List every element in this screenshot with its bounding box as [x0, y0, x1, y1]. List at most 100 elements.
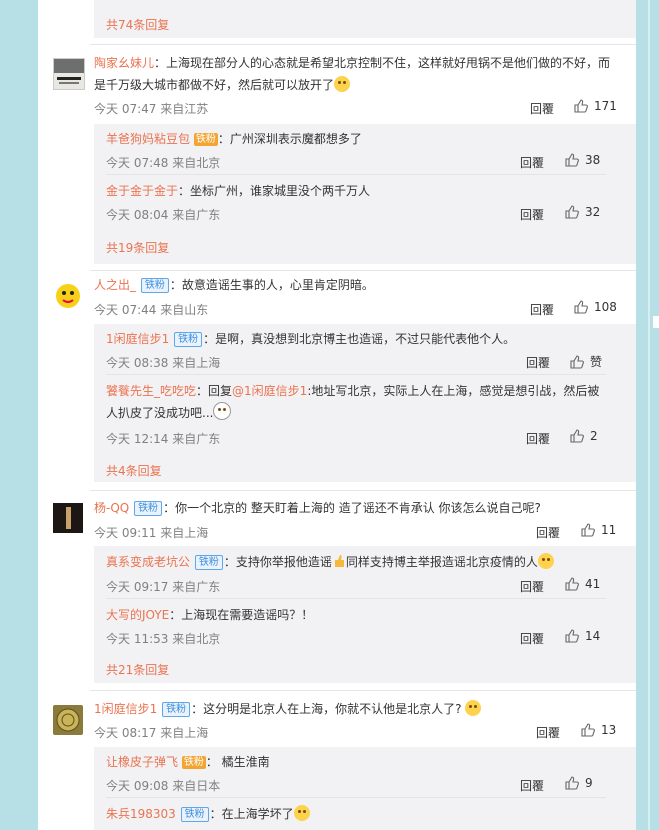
reply-text: 1闲庭信步1 铁粉 ：是啊，真没想到北京博主也造谣，不过只能代表他个人。	[106, 328, 606, 350]
user-avatar[interactable]	[53, 280, 83, 310]
reply-meta: 今天 08:04 来自广东	[106, 208, 221, 222]
comment-username[interactable]: 杨-QQ	[94, 501, 129, 515]
divider	[90, 44, 636, 45]
scrollbar-notch[interactable]	[653, 316, 659, 328]
more-replies-link[interactable]: 共21条回复	[106, 661, 169, 678]
smile-emoji-icon	[293, 805, 310, 821]
thumbs-up-icon	[565, 153, 579, 167]
comment-body: ：故意造谣生事的人，心里肯定阴暗。	[169, 278, 374, 292]
comment-meta: 今天 07:47 来自江苏	[94, 102, 209, 116]
like-count: 41	[585, 577, 601, 591]
more-replies-link[interactable]: 共19条回复	[106, 239, 169, 256]
comment-text: 陶家幺妹儿：上海现在部分人的心态就是希望北京控制不住，这样就好甩锅不是他们做的不…	[94, 52, 614, 96]
reply-meta: 今天 12:14 来自广东	[106, 432, 221, 446]
reply-username[interactable]: 大写的JOYE	[106, 608, 169, 622]
like-button[interactable]: 171	[574, 99, 617, 113]
scrollbar-rail	[648, 0, 650, 830]
reply-button[interactable]: 回覆	[526, 430, 550, 447]
reply-text: 金于金于金于：坐标广州，谁家城里没个两千万人	[106, 180, 606, 202]
comment-body: ：上海现在部分人的心态就是希望北京控制不住，这样就好甩锅不是他们做的不好，而是千…	[94, 56, 611, 92]
user-avatar[interactable]	[53, 705, 83, 735]
replies-box: 让橡皮子弹飞 铁粉： 橘生淮南 今天 09:08 来自日本 回覆 9 朱兵198…	[94, 747, 636, 830]
reply-username[interactable]: 1闲庭信步1	[106, 332, 169, 346]
reply-username[interactable]: 饕餮先生_吃吃吃	[106, 384, 196, 398]
reply-username[interactable]: 朱兵198303	[106, 807, 176, 821]
reply-body: ：是啊，真没想到北京博主也造谣，不过只能代表他个人。	[203, 332, 516, 346]
reply-text: 饕餮先生_吃吃吃：回复@1闲庭信步1:地址写北京，实际上人在上海，感觉是想引战，…	[106, 380, 601, 424]
thumbs-up-emoji-icon	[332, 553, 346, 569]
like-button[interactable]: 9	[565, 776, 593, 790]
replies-box: 1闲庭信步1 铁粉 ：是啊，真没想到北京博主也造谣，不过只能代表他个人。 今天 0…	[94, 324, 636, 482]
comment-username[interactable]: 1闲庭信步1	[94, 702, 157, 716]
thumbs-up-icon	[570, 354, 584, 369]
like-button[interactable]: 14	[565, 629, 600, 643]
comment-username[interactable]: 人之出_	[94, 278, 136, 292]
comment-item: 陶家幺妹儿：上海现在部分人的心态就是希望北京控制不住，这样就好甩锅不是他们做的不…	[38, 55, 636, 270]
mention-link[interactable]: @1闲庭信步1	[232, 384, 307, 398]
reply-body: ：广州深圳表示魔都想多了	[217, 132, 362, 146]
reply-body: ：坐标广州，谁家城里没个两千万人	[178, 184, 371, 198]
replies-box: 真系变成老坑公 铁粉 ：支持你举报他造谣 同样支持博主举报造谣北京疫情的人 今天 0…	[94, 546, 636, 683]
like-button[interactable]: 108	[574, 300, 617, 314]
gold-fan-badge: 铁粉	[181, 756, 206, 769]
reply-body: ：支持你举报他造谣	[223, 555, 332, 569]
thumbs-up-icon	[565, 205, 579, 219]
like-count: 11	[601, 523, 617, 537]
thumbs-up-icon	[570, 429, 584, 443]
reply-text: 羊爸狗妈粘豆包 铁粉 ：广州深圳表示魔都想多了	[106, 128, 606, 150]
laugh-cry-emoji-icon	[465, 700, 482, 716]
like-button[interactable]: 2	[570, 429, 598, 443]
dog-emoji-icon	[334, 76, 351, 92]
reply-button[interactable]: 回覆	[536, 724, 560, 741]
comment-text: 人之出_ 铁粉 ：故意造谣生事的人，心里肯定阴暗。	[94, 274, 614, 296]
reply-button[interactable]: 回覆	[530, 100, 554, 117]
comment-text: 1闲庭信步1 铁粉 ：这分明是北京人在上海，你就不认他是北京人了?	[94, 698, 614, 720]
smile-emoji-icon	[537, 553, 554, 569]
user-avatar[interactable]	[53, 503, 83, 533]
reply-button[interactable]: 回覆	[536, 524, 560, 541]
like-count: 2	[590, 429, 598, 443]
like-count: 32	[585, 205, 601, 219]
reply-text: 朱兵198303 铁粉 ：在上海学坏了	[106, 803, 606, 825]
like-count: 108	[594, 300, 617, 314]
reply-text: 真系变成老坑公 铁粉 ：支持你举报他造谣 同样支持博主举报造谣北京疫情的人	[106, 551, 636, 573]
user-avatar[interactable]	[53, 58, 85, 90]
iron-fan-badge: 铁粉	[174, 332, 203, 347]
like-count: 38	[585, 153, 601, 167]
comments-panel: 共74条回复 陶家幺妹儿：上海现在部分人的心态就是希望北京控制不住，这样就好甩锅…	[38, 0, 636, 830]
reply-username[interactable]: 让橡皮子弹飞	[106, 755, 178, 769]
reply-button[interactable]: 回覆	[530, 301, 554, 318]
reply-button[interactable]: 回覆	[520, 630, 544, 647]
reply-meta: 今天 09:17 来自广东	[106, 580, 221, 594]
like-button[interactable]: 32	[565, 205, 600, 219]
comment-username[interactable]: 陶家幺妹儿	[94, 56, 154, 70]
thumbs-up-icon	[574, 99, 588, 113]
like-button[interactable]: 13	[581, 723, 616, 737]
reply-username[interactable]: 真系变成老坑公	[106, 555, 190, 569]
divider	[106, 797, 606, 798]
reply-username[interactable]: 羊爸狗妈粘豆包	[106, 132, 190, 146]
like-count: 赞	[590, 355, 603, 369]
more-replies-link[interactable]: 共4条回复	[106, 462, 162, 479]
like-button[interactable]: 赞	[570, 353, 602, 370]
like-button[interactable]: 11	[581, 523, 616, 537]
reply-meta: 今天 11:53 来自北京	[106, 632, 221, 646]
comment-body: ：你一个北京的 整天盯着上海的 造了谣还不肯承认 你该怎么说自己呢?	[163, 501, 541, 515]
like-button[interactable]: 38	[565, 153, 600, 167]
reply-button[interactable]: 回覆	[520, 154, 544, 171]
iron-fan-badge: 铁粉	[194, 555, 223, 570]
reply-body: ： 橘生淮南	[205, 755, 270, 769]
like-button[interactable]: 41	[565, 577, 600, 591]
reply-button[interactable]: 回覆	[520, 578, 544, 595]
iron-fan-badge: 铁粉	[180, 807, 209, 822]
reply-button[interactable]: 回覆	[520, 777, 544, 794]
reply-prefix: ：回复	[196, 384, 233, 398]
reply-username[interactable]: 金于金于金于	[106, 184, 178, 198]
reply-text: 让橡皮子弹飞 铁粉： 橘生淮南	[106, 751, 606, 773]
comment-item: 1闲庭信步1 铁粉 ：这分明是北京人在上海，你就不认他是北京人了? 今天 08:1…	[38, 697, 636, 830]
more-replies-link[interactable]: 共74条回复	[106, 16, 169, 33]
like-count: 171	[594, 99, 617, 113]
reply-button[interactable]: 回覆	[526, 354, 550, 371]
reply-meta: 今天 07:48 来自北京	[106, 156, 221, 170]
reply-button[interactable]: 回覆	[520, 206, 544, 223]
